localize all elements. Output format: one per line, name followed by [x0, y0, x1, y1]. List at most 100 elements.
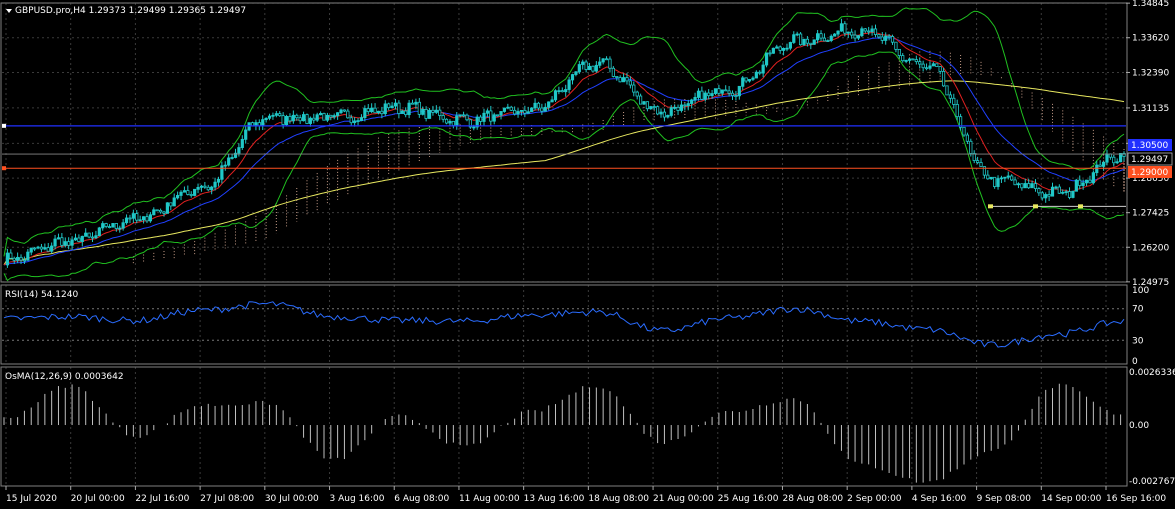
candle-body [67, 241, 71, 246]
trading-chart[interactable]: 1.348451.336201.323901.311351.298801.286… [0, 0, 1175, 509]
candle-body [424, 108, 428, 119]
candle-body [785, 47, 789, 50]
candle-body [1101, 161, 1106, 167]
candle-body [158, 209, 163, 213]
candle-body [400, 110, 404, 114]
time-tick-label: 9 Sep 08:00 [977, 494, 1032, 504]
candle-body [662, 111, 667, 118]
candle-body [1057, 186, 1061, 194]
time-tick-label: 21 Aug 00:00 [653, 494, 714, 504]
candle-body [1084, 179, 1089, 184]
candle-body [29, 247, 33, 253]
candle-body [349, 117, 353, 124]
candle-body [124, 217, 129, 224]
candle-body [587, 65, 592, 70]
candle-body [594, 64, 598, 72]
candle-body [329, 114, 333, 118]
candle-body [901, 55, 905, 62]
candle-body [12, 257, 16, 261]
candle-body [843, 23, 847, 34]
candle-body [186, 190, 190, 195]
candle-body [778, 46, 782, 51]
candle-body [301, 114, 306, 122]
candle-body [574, 71, 578, 75]
candle-body [747, 78, 752, 82]
candle-body [993, 176, 997, 187]
candle-body [444, 118, 449, 124]
candle-body [1078, 179, 1082, 186]
candle-body [1074, 179, 1078, 192]
line-handle [2, 166, 6, 171]
candle-body [1061, 191, 1065, 194]
candle-body [989, 176, 993, 180]
candle-body [795, 33, 799, 36]
candle-body [826, 40, 830, 42]
candle-body [502, 107, 507, 112]
candle-body [359, 117, 364, 121]
support-marker [1078, 204, 1083, 209]
time-tick-label: 13 Aug 16:00 [524, 494, 585, 504]
candle-body [870, 28, 874, 32]
candle-body [516, 111, 520, 115]
candle-body [673, 106, 677, 109]
candle-body [890, 36, 895, 43]
candle-body [22, 259, 27, 262]
candle-body [213, 181, 217, 188]
candle-body [601, 58, 605, 63]
candle-body [734, 95, 738, 98]
candle-body [414, 101, 418, 105]
candle-body [744, 77, 748, 82]
candle-body [393, 102, 398, 107]
candle-body [850, 31, 854, 36]
candle-body [5, 252, 10, 266]
candle-body [999, 177, 1004, 180]
candle-body [1095, 164, 1099, 174]
candle-body [298, 117, 302, 122]
candle-body [839, 23, 844, 32]
candle-body [581, 61, 585, 65]
candle-body [686, 103, 690, 106]
candle-body [43, 247, 47, 250]
candle-body [798, 33, 803, 46]
candle-body [499, 111, 503, 116]
candle-body [904, 60, 908, 62]
candle-body [976, 160, 980, 163]
candle-body [496, 114, 500, 117]
osma-header: OsMA(12,26,9) 0.0003642 [5, 372, 124, 382]
candle-body [907, 58, 912, 61]
time-tick-label: 20 Jul 00:00 [71, 494, 125, 504]
candle-body [819, 33, 823, 39]
candle-body [683, 104, 687, 107]
candle-body [935, 63, 939, 67]
candle-body [1118, 153, 1123, 163]
candle-body [816, 33, 820, 41]
candle-body [380, 110, 384, 115]
candle-body [598, 61, 602, 66]
candle-body [36, 246, 40, 249]
candle-body [717, 88, 721, 94]
candle-body [931, 63, 935, 67]
candle-body [196, 187, 200, 190]
candle-body [836, 30, 840, 35]
candle-body [530, 107, 534, 113]
candle-body [638, 95, 643, 105]
candle-body [431, 109, 435, 113]
candle-body [523, 109, 527, 114]
candle-body [114, 223, 118, 229]
candle-body [802, 38, 806, 46]
candle-body [1098, 164, 1102, 167]
candle-body [1037, 188, 1041, 194]
candle-body [659, 111, 663, 115]
rsi-tick-label: 100 [1132, 286, 1149, 296]
candle-body [179, 191, 183, 196]
candle-body [642, 101, 646, 105]
candle-body [366, 108, 370, 113]
candle-body [227, 157, 231, 166]
price-tick-label: 1.33620 [1132, 34, 1169, 44]
candle-body [666, 115, 670, 118]
candle-body [455, 115, 459, 126]
candle-body [649, 106, 653, 110]
candle-body [696, 90, 701, 98]
candle-body [724, 89, 728, 92]
candle-body [570, 74, 575, 81]
